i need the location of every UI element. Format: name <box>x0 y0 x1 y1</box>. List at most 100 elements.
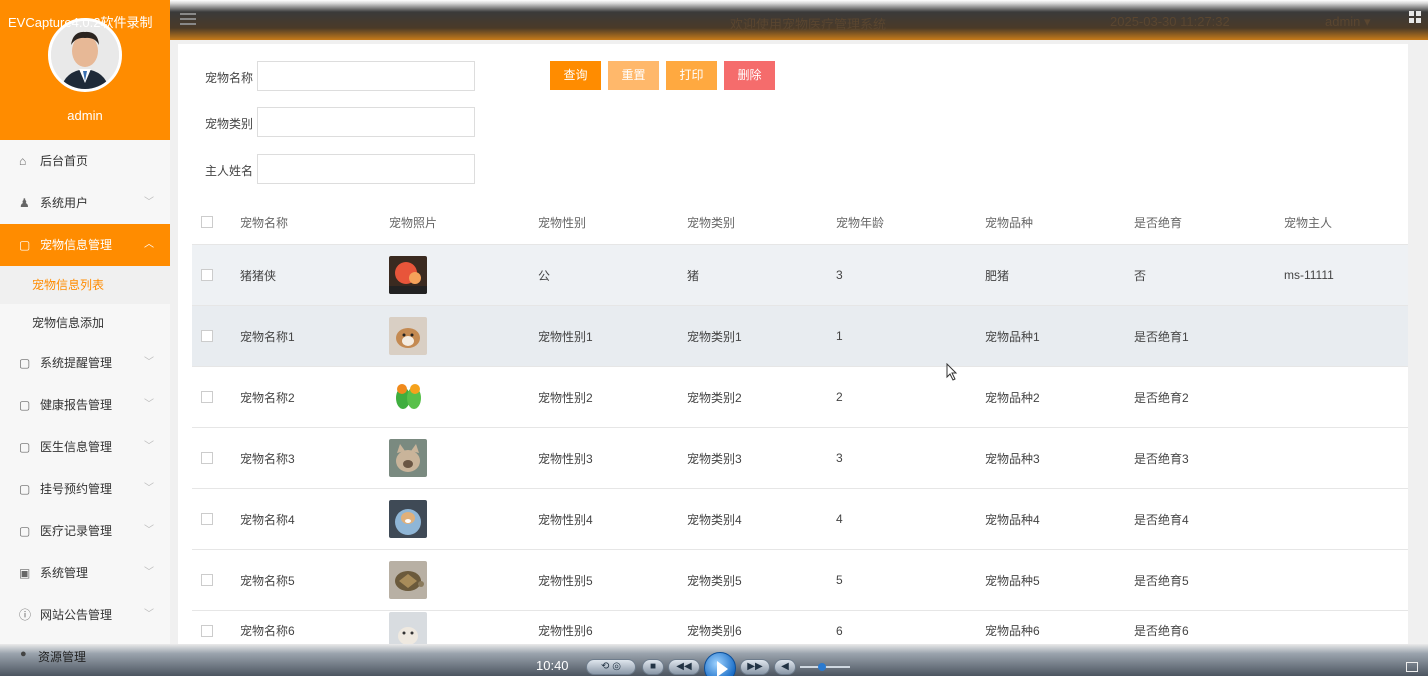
pet-name-cell: 宠物名称3 <box>240 451 295 466</box>
sidebar-item-announcements[interactable]: ⓘ 网站公告管理 ﹀ <box>0 594 170 636</box>
parrot-photo-icon <box>389 378 427 416</box>
print-button[interactable]: 打印 <box>666 61 717 90</box>
user-menu[interactable]: admin ▾ <box>1325 14 1371 30</box>
pet-breed-cell: 肥猪 <box>985 268 1010 283</box>
menu-toggle-icon[interactable] <box>180 13 196 27</box>
sidebar-item-system-management[interactable]: ▣ 系统管理 ﹀ <box>0 552 170 594</box>
loop-button[interactable]: ⟲ ◎ <box>586 659 636 675</box>
query-button[interactable]: 查询 <box>550 61 601 90</box>
chevron-down-icon: ﹀ <box>144 357 154 368</box>
pet-breed-cell: 宠物品种3 <box>985 451 1040 466</box>
pet-age-cell: 3 <box>836 451 843 465</box>
row-checkbox[interactable] <box>201 330 213 342</box>
col-header[interactable]: 宠物主人 <box>1284 200 1332 244</box>
select-all-checkbox[interactable] <box>201 216 213 228</box>
sidebar-subitem-pet-list[interactable]: 宠物信息列表 <box>0 266 170 304</box>
row-checkbox[interactable] <box>201 269 213 281</box>
sidebar-item-reminders[interactable]: ▢ 系统提醒管理 ﹀ <box>0 342 170 384</box>
folder-icon: ▢ <box>19 482 31 496</box>
table-row[interactable]: 宠物名称2 宠物性别2 宠物类别2 2 宠物品种2 是否绝育2 <box>192 366 1408 427</box>
pet-type-input[interactable] <box>257 107 475 137</box>
sidebar-item-health-reports[interactable]: ▢ 健康报告管理 ﹀ <box>0 384 170 426</box>
pet-breed-cell: 宠物品种2 <box>985 390 1040 405</box>
grid-icon[interactable] <box>1409 11 1421 23</box>
col-header[interactable]: 宠物名称 <box>240 200 288 244</box>
sidebar-item-doctors[interactable]: ▢ 医生信息管理 ﹀ <box>0 426 170 468</box>
pet-photo-cell <box>389 428 427 488</box>
pet-gender-cell: 宠物性别4 <box>538 512 593 527</box>
sidebar-item-medical-records[interactable]: ▢ 医疗记录管理 ﹀ <box>0 510 170 552</box>
col-header[interactable]: 宠物性别 <box>538 200 586 244</box>
sidebar-item-label: 健康报告管理 <box>40 398 113 412</box>
puppy-photo-icon <box>389 500 427 538</box>
pet-type-label: 宠物类别 <box>205 117 254 131</box>
forward-button[interactable]: ▶▶ <box>740 659 770 675</box>
pet-name-cell: 宠物名称5 <box>240 573 295 588</box>
cat-photo-icon <box>389 439 427 477</box>
pet-name-cell: 宠物名称1 <box>240 329 295 344</box>
table-row[interactable]: 宠物名称1 宠物性别1 宠物类别1 1 宠物品种1 是否绝育1 <box>192 305 1408 366</box>
pet-neutered-cell: 是否绝育2 <box>1134 390 1189 405</box>
pet-type-cell: 宠物类别2 <box>687 390 742 405</box>
row-checkbox[interactable] <box>201 452 213 464</box>
owner-name-input[interactable] <box>257 154 475 184</box>
chevron-up-icon: ︿ <box>144 239 154 250</box>
volume-icon[interactable]: ◀ <box>774 659 796 675</box>
fullscreen-icon[interactable] <box>1406 662 1418 672</box>
pet-name-input[interactable] <box>257 61 475 91</box>
col-header[interactable]: 是否绝育 <box>1134 200 1182 244</box>
sidebar-item-resources[interactable]: 资源管理 <box>38 648 86 665</box>
folder-icon: ▢ <box>19 524 31 538</box>
pet-gender-cell: 宠物性别1 <box>538 329 593 344</box>
pet-name-label: 宠物名称 <box>205 71 254 85</box>
sidebar-subitem-pet-add[interactable]: 宠物信息添加 <box>0 304 170 342</box>
pet-age-cell: 2 <box>836 390 843 404</box>
sidebar-item-system-users[interactable]: ♟ 系统用户 ﹀ <box>0 182 170 224</box>
pet-type-cell: 猪 <box>687 268 700 283</box>
chevron-down-icon: ﹀ <box>144 399 154 410</box>
sidebar-item-label: 医疗记录管理 <box>40 524 113 538</box>
pet-photo-cell <box>389 489 427 549</box>
volume-slider[interactable] <box>800 663 850 671</box>
sidebar-item-label: 挂号预约管理 <box>40 482 113 496</box>
video-player-bar: ● 资源管理 10:40 ⟲ ◎ ■ ◀◀ ▶▶ ◀ <box>0 644 1428 676</box>
sidebar-nav: ⌂ 后台首页 ♟ 系统用户 ﹀ ▢ 宠物信息管理 ︿ 宠物信息列表 宠物信息添加… <box>0 140 170 636</box>
play-button[interactable] <box>704 652 736 676</box>
table-row[interactable]: 宠物名称5 宠物性别5 宠物类别5 5 宠物品种5 是否绝育5 <box>192 549 1408 610</box>
sidebar: admin ⌂ 后台首页 ♟ 系统用户 ﹀ ▢ 宠物信息管理 ︿ 宠物信息列表 … <box>0 0 170 676</box>
sidebar-item-label: 医生信息管理 <box>40 440 113 454</box>
pet-age-cell: 1 <box>836 329 843 343</box>
pet-age-cell: 3 <box>836 268 843 282</box>
row-checkbox[interactable] <box>201 391 213 403</box>
stop-button[interactable]: ■ <box>642 659 664 675</box>
table-row[interactable]: 宠物名称4 宠物性别4 宠物类别4 4 宠物品种4 是否绝育4 <box>192 488 1408 549</box>
pet-breed-cell: 宠物品种5 <box>985 573 1040 588</box>
row-checkbox[interactable] <box>201 624 213 637</box>
folder-icon: ▢ <box>19 356 31 370</box>
row-checkbox[interactable] <box>201 513 213 525</box>
pet-gender-cell: 宠物性别3 <box>538 451 593 466</box>
pet-owner-cell: ms-11111 <box>1284 268 1334 282</box>
pet-neutered-cell: 是否绝育1 <box>1134 329 1189 344</box>
table-row[interactable]: 猪猪侠 公 猪 3 肥猪 否 ms-11111 <box>192 244 1408 305</box>
pet-photo-cell <box>389 245 427 305</box>
pet-breed-cell: 宠物品种4 <box>985 512 1040 527</box>
row-checkbox[interactable] <box>201 574 213 586</box>
sidebar-item-home[interactable]: ⌂ 后台首页 <box>0 140 170 182</box>
pet-type-cell: 宠物类别1 <box>687 329 742 344</box>
rewind-button[interactable]: ◀◀ <box>668 659 700 675</box>
col-header[interactable]: 宠物照片 <box>389 200 437 244</box>
sidebar-username: admin <box>67 108 103 123</box>
site-title: 欢迎使用宠物医疗管理系统 <box>730 17 887 32</box>
delete-button[interactable]: 删除 <box>724 61 775 90</box>
sidebar-item-label: 网站公告管理 <box>40 608 113 622</box>
sidebar-item-appointments[interactable]: ▢ 挂号预约管理 ﹀ <box>0 468 170 510</box>
col-header[interactable]: 宠物类别 <box>687 200 735 244</box>
table-row[interactable]: 宠物名称3 宠物性别3 宠物类别3 3 宠物品种3 是否绝育3 <box>192 427 1408 488</box>
col-header[interactable]: 宠物年龄 <box>836 200 884 244</box>
pet-neutered-cell: 是否绝育4 <box>1134 512 1189 527</box>
col-header[interactable]: 宠物品种 <box>985 200 1033 244</box>
top-bar: 欢迎使用宠物医疗管理系统 2025-03-30 11:27:32 admin ▾ <box>0 0 1428 40</box>
reset-button[interactable]: 重置 <box>608 61 659 90</box>
sidebar-item-pet-info[interactable]: ▢ 宠物信息管理 ︿ <box>0 224 170 266</box>
